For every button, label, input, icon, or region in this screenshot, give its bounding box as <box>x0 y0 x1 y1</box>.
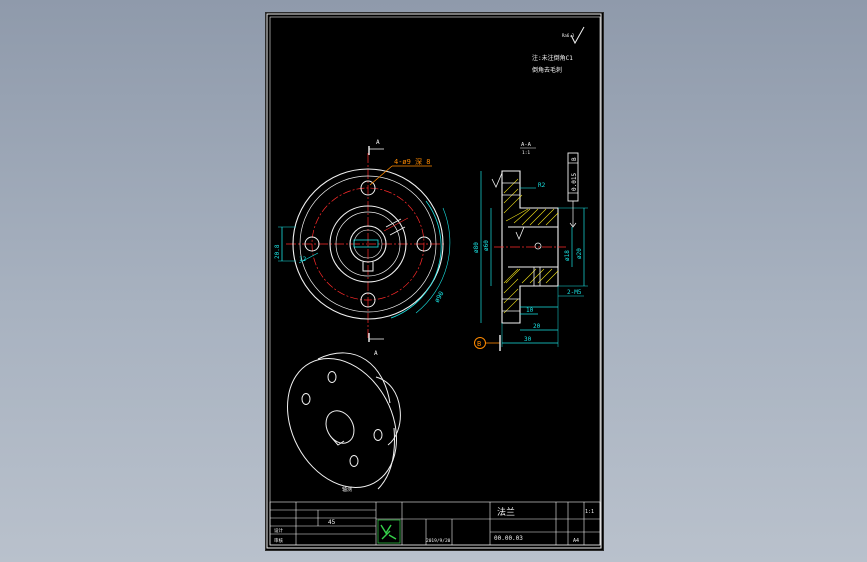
gdt-tolerance: 0.015 <box>571 173 578 191</box>
datum-b-symbol: B <box>474 335 501 351</box>
scale-value: 1:1 <box>585 509 594 515</box>
section-letter-bottom: A <box>374 350 378 357</box>
hole-callout: 4-ø9 深 8 <box>369 157 432 186</box>
section-roughness <box>491 172 503 188</box>
part-name: 法兰 <box>497 506 515 518</box>
section-dim-r2: R2 <box>538 182 546 189</box>
drawing-inner-border <box>269 16 601 546</box>
gdt-frame: 0.015 B <box>567 152 579 228</box>
section-dim-30: 30 <box>524 336 532 343</box>
gdt-datum: B <box>571 157 578 161</box>
bore-roughness <box>515 226 525 241</box>
front-left-dim-text: 20.8 <box>274 244 281 259</box>
iso-view-label: 轴测 <box>342 486 352 493</box>
section-dim-d60: ø60 <box>483 240 490 251</box>
designer-label: 设计 <box>274 527 283 534</box>
front-view <box>286 153 446 338</box>
iso-bolt-hole-3 <box>349 455 359 467</box>
pitch-circle-dim-text: ø90 <box>433 290 446 304</box>
roughness-symbol: Ra6.3 <box>562 26 585 45</box>
iso-bolt-hole-2 <box>327 371 337 383</box>
note-line-1: 注:未注倒角C1 <box>532 54 573 62</box>
section-dim-20: 20 <box>533 323 541 330</box>
iso-bolt-hole-4 <box>373 429 383 441</box>
note-line-2: 倒角去毛刺 <box>532 66 562 74</box>
section-scale: 1:1 <box>522 150 530 156</box>
company-logo <box>377 519 401 544</box>
drawing-border <box>266 13 602 549</box>
bore-highlight <box>353 239 379 248</box>
drawing-sheet[interactable]: Ra6.3 注:未注倒角C1 倒角去毛刺 A A 4-ø9 深 8 20.8 1… <box>265 12 604 551</box>
section-hatch <box>503 178 559 314</box>
iso-flange-face <box>287 358 397 488</box>
section-dim-bore: ø18 <box>564 250 571 261</box>
section-letter-top: A <box>376 139 380 146</box>
isometric-view <box>287 352 401 490</box>
date: 2019/9/20 <box>426 538 451 544</box>
review-label: 审核 <box>274 537 283 544</box>
material: 45 <box>328 519 336 526</box>
section-view <box>494 170 566 324</box>
iso-bolt-hole-1 <box>301 393 311 405</box>
section-title: A-A <box>521 142 532 148</box>
iso-flange-rim-bottom <box>377 427 395 490</box>
section-dim-10: 10 <box>526 307 534 314</box>
sheet-size: A4 <box>573 538 579 544</box>
section-cross-hole <box>534 242 542 250</box>
roughness-label: Ra6.3 <box>562 33 575 38</box>
datum-b-label: B <box>477 340 481 348</box>
section-dims: ø80 ø60 ø18 ø20 2-M5 10 20 30 R2 <box>473 171 588 347</box>
section-dim-d80: ø80 <box>473 242 480 253</box>
section-marker-top: A <box>368 139 384 155</box>
front-left-dims: 20.8 12 <box>274 226 319 264</box>
section-dim-bore2: ø20 <box>576 248 583 259</box>
section-thread-text: 2-M5 <box>567 289 582 296</box>
iso-bore <box>325 410 355 444</box>
drawing-number: 00.00.03 <box>494 535 523 542</box>
cad-drawing-canvas[interactable]: Ra6.3 注:未注倒角C1 倒角去毛刺 A A 4-ø9 深 8 20.8 1… <box>266 13 603 550</box>
section-marker-bottom: A <box>368 333 384 357</box>
hole-callout-text: 4-ø9 深 8 <box>394 157 431 166</box>
